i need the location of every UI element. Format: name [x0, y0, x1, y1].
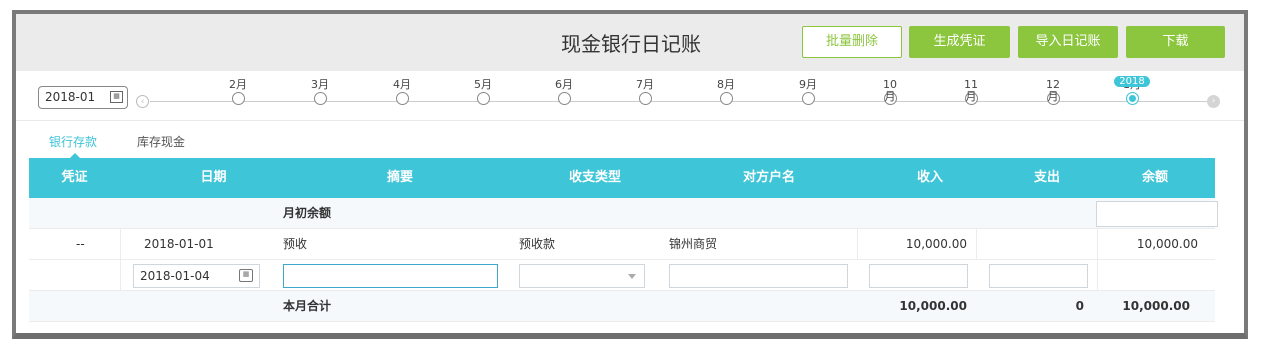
month-1-active[interactable]: 2018 1月 — [1114, 76, 1150, 105]
calendar-icon[interactable]: ▦ — [239, 269, 253, 282]
balance-cell: 10,000.00 — [1136, 237, 1198, 251]
month-label: 4月 — [393, 78, 411, 91]
col-income: 收入 — [916, 170, 943, 185]
journal-window: 现金银行日记账 批量删除 生成凭证 导入日记账 下载 2018-01 ▦ ‹ 2… — [12, 10, 1248, 339]
month-label: 3月 — [311, 78, 329, 91]
col-balance: 余额 — [1141, 170, 1168, 185]
month-3[interactable]: 3月 — [308, 79, 332, 105]
month-dot-icon — [638, 92, 652, 105]
opening-balance-label: 月初余额 — [283, 206, 332, 220]
period-picker[interactable]: 2018-01 ▦ — [38, 86, 128, 109]
month-9[interactable]: 9月 — [796, 79, 820, 105]
account-tabs: 银行存款 库存现金 — [16, 122, 1244, 160]
month-label: 9月 — [799, 78, 817, 91]
total-label: 本月合计 — [283, 299, 332, 313]
date-cell: 2018-01-01 — [144, 237, 214, 251]
type-cell: 预收款 — [519, 237, 556, 251]
month-5[interactable]: 5月 — [471, 79, 495, 105]
month-dot-icon — [719, 92, 733, 105]
year-badge: 2018 — [1114, 76, 1150, 87]
tab-bank-deposit[interactable]: 银行存款 — [49, 133, 97, 150]
calendar-icon: ▦ — [110, 91, 123, 103]
col-summary: 摘要 — [386, 170, 413, 185]
month-label: 2月 — [229, 78, 247, 91]
generate-voucher-button[interactable]: 生成凭证 — [909, 26, 1010, 58]
page-title: 现金银行日记账 — [561, 32, 701, 56]
income-input[interactable] — [869, 264, 968, 288]
col-date: 日期 — [200, 170, 227, 185]
month-dot-icon — [557, 92, 571, 105]
cell-divider — [120, 260, 121, 290]
summary-input[interactable] — [283, 264, 498, 288]
col-expense: 支出 — [1033, 170, 1060, 185]
opening-balance-row: 月初余额 — [29, 198, 1218, 229]
counterparty-cell: 锦州商贸 — [669, 237, 718, 251]
cell-divider — [1097, 260, 1098, 290]
month-7[interactable]: 7月 — [633, 79, 657, 105]
month-label: 6月 — [555, 78, 573, 91]
tab-cash-on-hand[interactable]: 库存现金 — [137, 133, 185, 150]
col-voucher: 凭证 — [61, 170, 88, 185]
summary-cell: 预收 — [283, 237, 308, 251]
total-balance: 10,000.00 — [1122, 299, 1190, 313]
total-expense: 0 — [1075, 299, 1084, 313]
col-counterparty: 对方户名 — [742, 170, 795, 185]
total-row: 本月合计 10,000.00 0 10,000.00 — [29, 291, 1215, 322]
type-select[interactable] — [519, 264, 645, 288]
next-arrow-icon[interactable]: › — [1207, 95, 1220, 108]
date-input-value: 2018-01-04 — [140, 269, 210, 283]
month-dot-icon — [395, 92, 409, 105]
title-bar: 现金银行日记账 批量删除 生成凭证 导入日记账 下载 — [16, 14, 1244, 71]
month-dot-icon — [313, 92, 327, 105]
month-2[interactable]: 2月 — [226, 79, 250, 105]
total-income: 10,000.00 — [899, 299, 967, 313]
month-dot-icon — [476, 92, 490, 105]
month-6[interactable]: 6月 — [552, 79, 576, 105]
journal-table: 凭证 日期 摘要 收支类型 对方户名 收入 支出 余额 月初余额 -- 2018… — [29, 158, 1218, 322]
month-label: 7月 — [636, 78, 654, 91]
chevron-down-icon — [628, 274, 636, 279]
counterparty-input[interactable] — [669, 264, 848, 288]
month-dot-icon — [1125, 92, 1139, 105]
date-input[interactable]: 2018-01-04 ▦ — [133, 264, 260, 288]
batch-delete-button[interactable]: 批量删除 — [802, 26, 902, 58]
import-journal-button[interactable]: 导入日记账 — [1018, 26, 1118, 58]
month-label: 5月 — [474, 78, 492, 91]
month-label: 12月 — [1046, 78, 1060, 103]
cell-divider — [976, 229, 977, 259]
period-value: 2018-01 — [45, 90, 96, 104]
month-8[interactable]: 8月 — [714, 79, 738, 105]
month-10[interactable]: 10月 — [878, 79, 902, 105]
table-header: 凭证 日期 摘要 收支类型 对方户名 收入 支出 余额 — [29, 158, 1215, 198]
cell-divider — [120, 229, 121, 259]
month-timeline: 2018-01 ▦ ‹ 2月 3月 4月 5月 6月 7月 8月 9月 10月 … — [16, 71, 1244, 121]
month-dot-icon — [231, 92, 245, 105]
month-12[interactable]: 12月 — [1041, 79, 1065, 105]
col-type: 收支类型 — [568, 170, 621, 185]
month-label: 11月 — [964, 78, 978, 103]
table-row[interactable]: -- 2018-01-01 预收 预收款 锦州商贸 10,000.00 10,0… — [29, 229, 1215, 260]
edit-row: 2018-01-04 ▦ — [29, 260, 1215, 291]
month-label: 10月 — [883, 78, 897, 103]
month-label: 8月 — [717, 78, 735, 91]
expense-input[interactable] — [989, 264, 1088, 288]
download-button[interactable]: 下载 — [1126, 26, 1225, 58]
voucher-cell: -- — [76, 237, 85, 251]
opening-balance-input[interactable] — [1096, 201, 1218, 227]
income-cell: 10,000.00 — [905, 237, 967, 251]
month-dot-icon — [801, 92, 815, 105]
prev-arrow-icon[interactable]: ‹ — [136, 95, 149, 108]
month-4[interactable]: 4月 — [390, 79, 414, 105]
month-11[interactable]: 11月 — [959, 79, 983, 105]
